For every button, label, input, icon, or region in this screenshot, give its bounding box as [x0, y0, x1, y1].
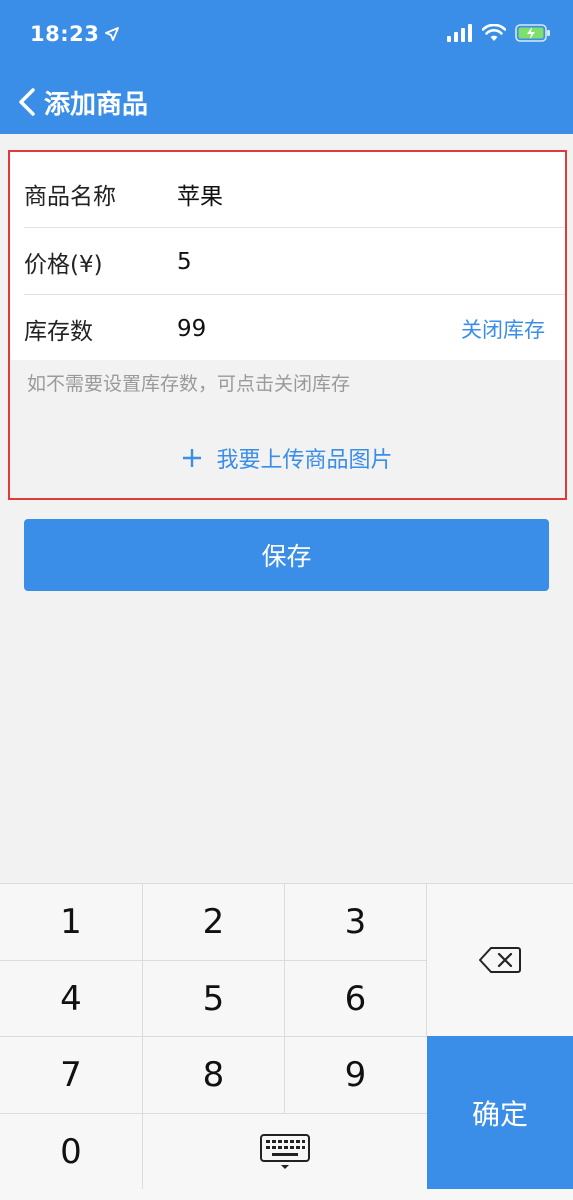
confirm-key-label: 确定: [471, 1097, 528, 1131]
save-button-label: 保存: [261, 542, 312, 571]
key-6[interactable]: 6: [285, 961, 426, 1036]
app-header: 18:23 添加商品: [0, 0, 573, 134]
confirm-key[interactable]: 确定: [427, 1036, 573, 1189]
status-time-text: 18:23: [30, 22, 100, 46]
backspace-key[interactable]: [427, 884, 573, 1036]
close-stock-link[interactable]: 关闭库存: [461, 314, 545, 344]
numeric-keypad: 1 2 3 4 5 6 7 8 9 0 确定: [0, 883, 573, 1200]
stock-hint: 如不需要设置库存数，可点击关闭库存: [27, 373, 351, 395]
product-name-input[interactable]: 苹果: [177, 177, 223, 211]
plus-icon: [183, 449, 202, 467]
price-row[interactable]: 价格(¥) 5: [10, 228, 565, 295]
form-rows: 商品名称 苹果 价格(¥) 5 库存数 99 关闭库存: [10, 152, 565, 360]
signal-icon: [447, 24, 472, 42]
price-input[interactable]: 5: [177, 249, 192, 275]
stock-row[interactable]: 库存数 99 关闭库存: [10, 295, 565, 362]
location-arrow-icon: [105, 27, 120, 41]
upload-image-button[interactable]: 我要上传商品图片: [10, 442, 565, 474]
key-4[interactable]: 4: [0, 961, 142, 1036]
stock-input[interactable]: 99: [177, 316, 206, 342]
product-name-row[interactable]: 商品名称 苹果: [10, 160, 565, 227]
save-button[interactable]: 保存: [24, 519, 549, 591]
nav-bar: 添加商品: [0, 70, 573, 134]
chevron-left-icon: [19, 88, 35, 116]
status-icons: [447, 24, 551, 42]
hide-keyboard-key[interactable]: [143, 1114, 426, 1189]
key-7[interactable]: 7: [0, 1037, 142, 1113]
keyboard-icon: [259, 1133, 310, 1169]
price-label: 价格(¥): [24, 251, 103, 278]
wifi-icon: [482, 24, 506, 41]
status-bar: 18:23: [0, 0, 573, 70]
key-2[interactable]: 2: [143, 884, 284, 960]
product-form: 商品名称 苹果 价格(¥) 5 库存数 99 关闭库存 如不需要设置库存数，可点…: [8, 150, 567, 500]
key-9[interactable]: 9: [285, 1037, 426, 1113]
key-3[interactable]: 3: [285, 884, 426, 960]
key-1[interactable]: 1: [0, 884, 142, 960]
back-button[interactable]: 添加商品: [18, 82, 148, 122]
backspace-icon: [479, 947, 521, 973]
stock-label: 库存数: [24, 318, 93, 345]
key-8[interactable]: 8: [143, 1037, 284, 1113]
page-title: 添加商品: [44, 89, 149, 120]
key-0[interactable]: 0: [0, 1114, 142, 1189]
status-time: 18:23: [30, 22, 120, 46]
product-name-label: 商品名称: [24, 183, 116, 210]
upload-image-label: 我要上传商品图片: [216, 448, 393, 473]
battery-charging-icon: [515, 24, 550, 42]
key-5[interactable]: 5: [143, 961, 284, 1036]
